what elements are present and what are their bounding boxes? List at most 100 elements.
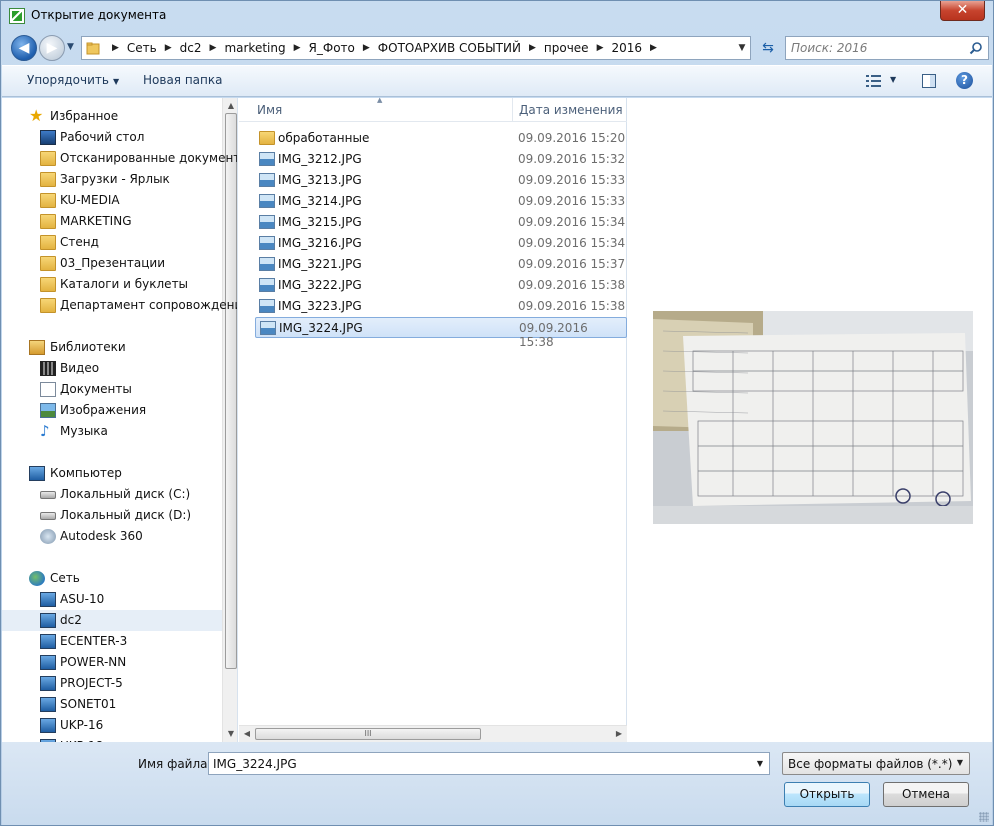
sidebar-item-label: 03_Презентации: [60, 256, 166, 270]
folder-icon: [40, 214, 56, 229]
sidebar-item[interactable]: Локальный диск (C:): [2, 484, 222, 505]
preview-pane-toggle-icon[interactable]: [922, 74, 936, 88]
breadcrumb-item[interactable]: прочее: [544, 41, 589, 55]
column-divider[interactable]: [512, 98, 513, 122]
breadcrumb-separator-icon[interactable]: ▶: [355, 43, 378, 53]
breadcrumb-separator-icon[interactable]: ▶: [157, 43, 180, 53]
sidebar-item[interactable]: ♪ Музыка: [2, 421, 222, 442]
sidebar-group-network[interactable]: Сеть: [2, 568, 222, 589]
dialog-footer: Имя файла: ▼ Все форматы файлов (*.*) ▼ …: [2, 742, 992, 825]
cancel-button[interactable]: Отмена: [883, 782, 969, 807]
sidebar-item[interactable]: SONET01: [2, 694, 222, 715]
sidebar-item[interactable]: ECENTER-3: [2, 631, 222, 652]
file-row[interactable]: IMG_3223.JPG 09.09.2016 15:38: [255, 296, 627, 317]
breadcrumb-item[interactable]: Я_Фото: [309, 41, 355, 55]
folder-icon: [40, 151, 56, 166]
breadcrumb-separator-icon[interactable]: ▶: [202, 43, 225, 53]
sidebar-item[interactable]: Рабочий стол: [2, 127, 222, 148]
command-toolbar: Упорядочить ▼ Новая папка ▼ ?: [2, 65, 992, 97]
file-row[interactable]: IMG_3213.JPG 09.09.2016 15:33: [255, 170, 627, 191]
new-folder-button[interactable]: Новая папка: [143, 73, 222, 87]
back-button[interactable]: ◀: [11, 35, 37, 61]
pc-icon: [40, 613, 56, 628]
breadcrumb-separator-icon[interactable]: ▶: [286, 43, 309, 53]
history-dropdown-icon[interactable]: ▼: [67, 42, 79, 54]
search-input[interactable]: [791, 39, 961, 57]
file-row[interactable]: обработанные 09.09.2016 15:20: [255, 128, 627, 149]
open-button[interactable]: Открыть: [784, 782, 870, 807]
file-row[interactable]: IMG_3215.JPG 09.09.2016 15:34: [255, 212, 627, 233]
file-row[interactable]: IMG_3222.JPG 09.09.2016 15:38: [255, 275, 627, 296]
scroll-up-icon[interactable]: ▲: [223, 98, 237, 114]
breadcrumb-separator-icon[interactable]: ▶: [589, 43, 612, 53]
breadcrumb-item[interactable]: ФОТОАРХИВ СОБЫТИЙ: [378, 41, 521, 55]
filename-combobox[interactable]: ▼: [208, 752, 770, 775]
forward-button[interactable]: ▶: [39, 35, 65, 61]
close-button[interactable]: ✕: [940, 1, 985, 21]
sidebar-group-libraries[interactable]: Библиотеки: [2, 337, 222, 358]
organize-button[interactable]: Упорядочить ▼: [27, 73, 119, 87]
sidebar-item[interactable]: Департамент сопровождения: [2, 295, 237, 316]
breadcrumb-separator-icon[interactable]: ▶: [521, 43, 544, 53]
scroll-down-icon[interactable]: ▼: [223, 726, 237, 742]
view-dropdown-icon[interactable]: ▼: [890, 75, 896, 84]
file-row[interactable]: IMG_3212.JPG 09.09.2016 15:32: [255, 149, 627, 170]
sidebar-item[interactable]: Загрузки - Ярлык: [2, 169, 222, 190]
breadcrumb-separator-icon[interactable]: ▶: [642, 43, 665, 53]
sidebar-item[interactable]: Изображения: [2, 400, 222, 421]
breadcrumb-item[interactable]: Сеть: [127, 41, 157, 55]
column-name-header[interactable]: Имя: [257, 103, 282, 117]
sidebar-item[interactable]: Отсканированные документы: [2, 148, 237, 169]
resize-grip[interactable]: [979, 812, 989, 822]
cloud-icon: [40, 529, 56, 544]
sidebar-item-label: dc2: [60, 613, 82, 627]
file-row[interactable]: IMG_3214.JPG 09.09.2016 15:33: [255, 191, 627, 212]
help-icon[interactable]: ?: [956, 72, 973, 89]
hscroll-thumb[interactable]: III: [255, 728, 481, 740]
sidebar-item[interactable]: Документы: [2, 379, 222, 400]
column-date-header[interactable]: Дата изменения: [519, 103, 623, 117]
file-row[interactable]: IMG_3221.JPG 09.09.2016 15:37: [255, 254, 627, 275]
sidebar-item[interactable]: 03_Презентации: [2, 253, 222, 274]
image-file-icon: [259, 299, 275, 313]
sidebar-item[interactable]: Стенд: [2, 232, 222, 253]
sidebar-group-label: Библиотеки: [50, 340, 126, 354]
sidebar-item[interactable]: dc2: [2, 610, 222, 631]
scroll-left-icon[interactable]: ◀: [239, 726, 255, 742]
breadcrumb-item[interactable]: dc2: [180, 41, 202, 55]
file-type-filter[interactable]: Все форматы файлов (*.*) ▼: [782, 752, 970, 775]
sidebar-item[interactable]: Каталоги и буклеты: [2, 274, 222, 295]
sidebar-item[interactable]: POWER-NN: [2, 652, 222, 673]
sidebar-item-label: ECENTER-3: [60, 634, 128, 648]
sidebar-item[interactable]: Autodesk 360: [2, 526, 222, 547]
file-row[interactable]: IMG_3224.JPG 09.09.2016 15:38: [255, 317, 627, 349]
chevron-down-icon: ▼: [112, 77, 120, 86]
filename-input[interactable]: [213, 755, 743, 772]
nav-scroll-thumb[interactable]: [225, 113, 237, 669]
nav-scrollbar[interactable]: ▲ ▼: [222, 98, 237, 742]
sidebar-item[interactable]: Локальный диск (D:): [2, 505, 222, 526]
sidebar-item[interactable]: MARKETING: [2, 211, 222, 232]
address-bar[interactable]: ▶ Сеть ▶ dc2 ▶ marketing ▶ Я_Фото ▶ ФОТОАРХИВ СОБ…: [81, 36, 751, 60]
file-date: 09.09.2016 15:38: [518, 278, 626, 292]
sidebar-item[interactable]: Видео: [2, 358, 222, 379]
search-box[interactable]: [785, 36, 989, 60]
refresh-icon[interactable]: ⇆: [757, 36, 779, 60]
sidebar-group-computer[interactable]: Компьютер: [2, 463, 222, 484]
sidebar-item[interactable]: ASU-10: [2, 589, 222, 610]
address-dropdown-icon[interactable]: ▼: [734, 37, 750, 59]
image-file-icon: [259, 278, 275, 292]
filename-dropdown-icon[interactable]: ▼: [751, 753, 769, 774]
desktop-icon: [40, 130, 56, 145]
breadcrumb-item[interactable]: marketing: [224, 41, 285, 55]
sidebar-item[interactable]: PROJECT-5: [2, 673, 222, 694]
sidebar-item[interactable]: KU-MEDIA: [2, 190, 222, 211]
sidebar-item[interactable]: UKP-16: [2, 715, 222, 736]
scroll-right-icon[interactable]: ▶: [611, 726, 627, 742]
breadcrumb-separator-icon[interactable]: ▶: [104, 43, 127, 53]
file-row[interactable]: IMG_3216.JPG 09.09.2016 15:34: [255, 233, 627, 254]
sidebar-group-favorites[interactable]: ★ Избранное: [2, 106, 222, 127]
breadcrumb-item[interactable]: 2016: [611, 41, 642, 55]
view-options-icon[interactable]: [866, 74, 882, 88]
file-list-hscrollbar[interactable]: ◀ III ▶: [239, 725, 627, 742]
